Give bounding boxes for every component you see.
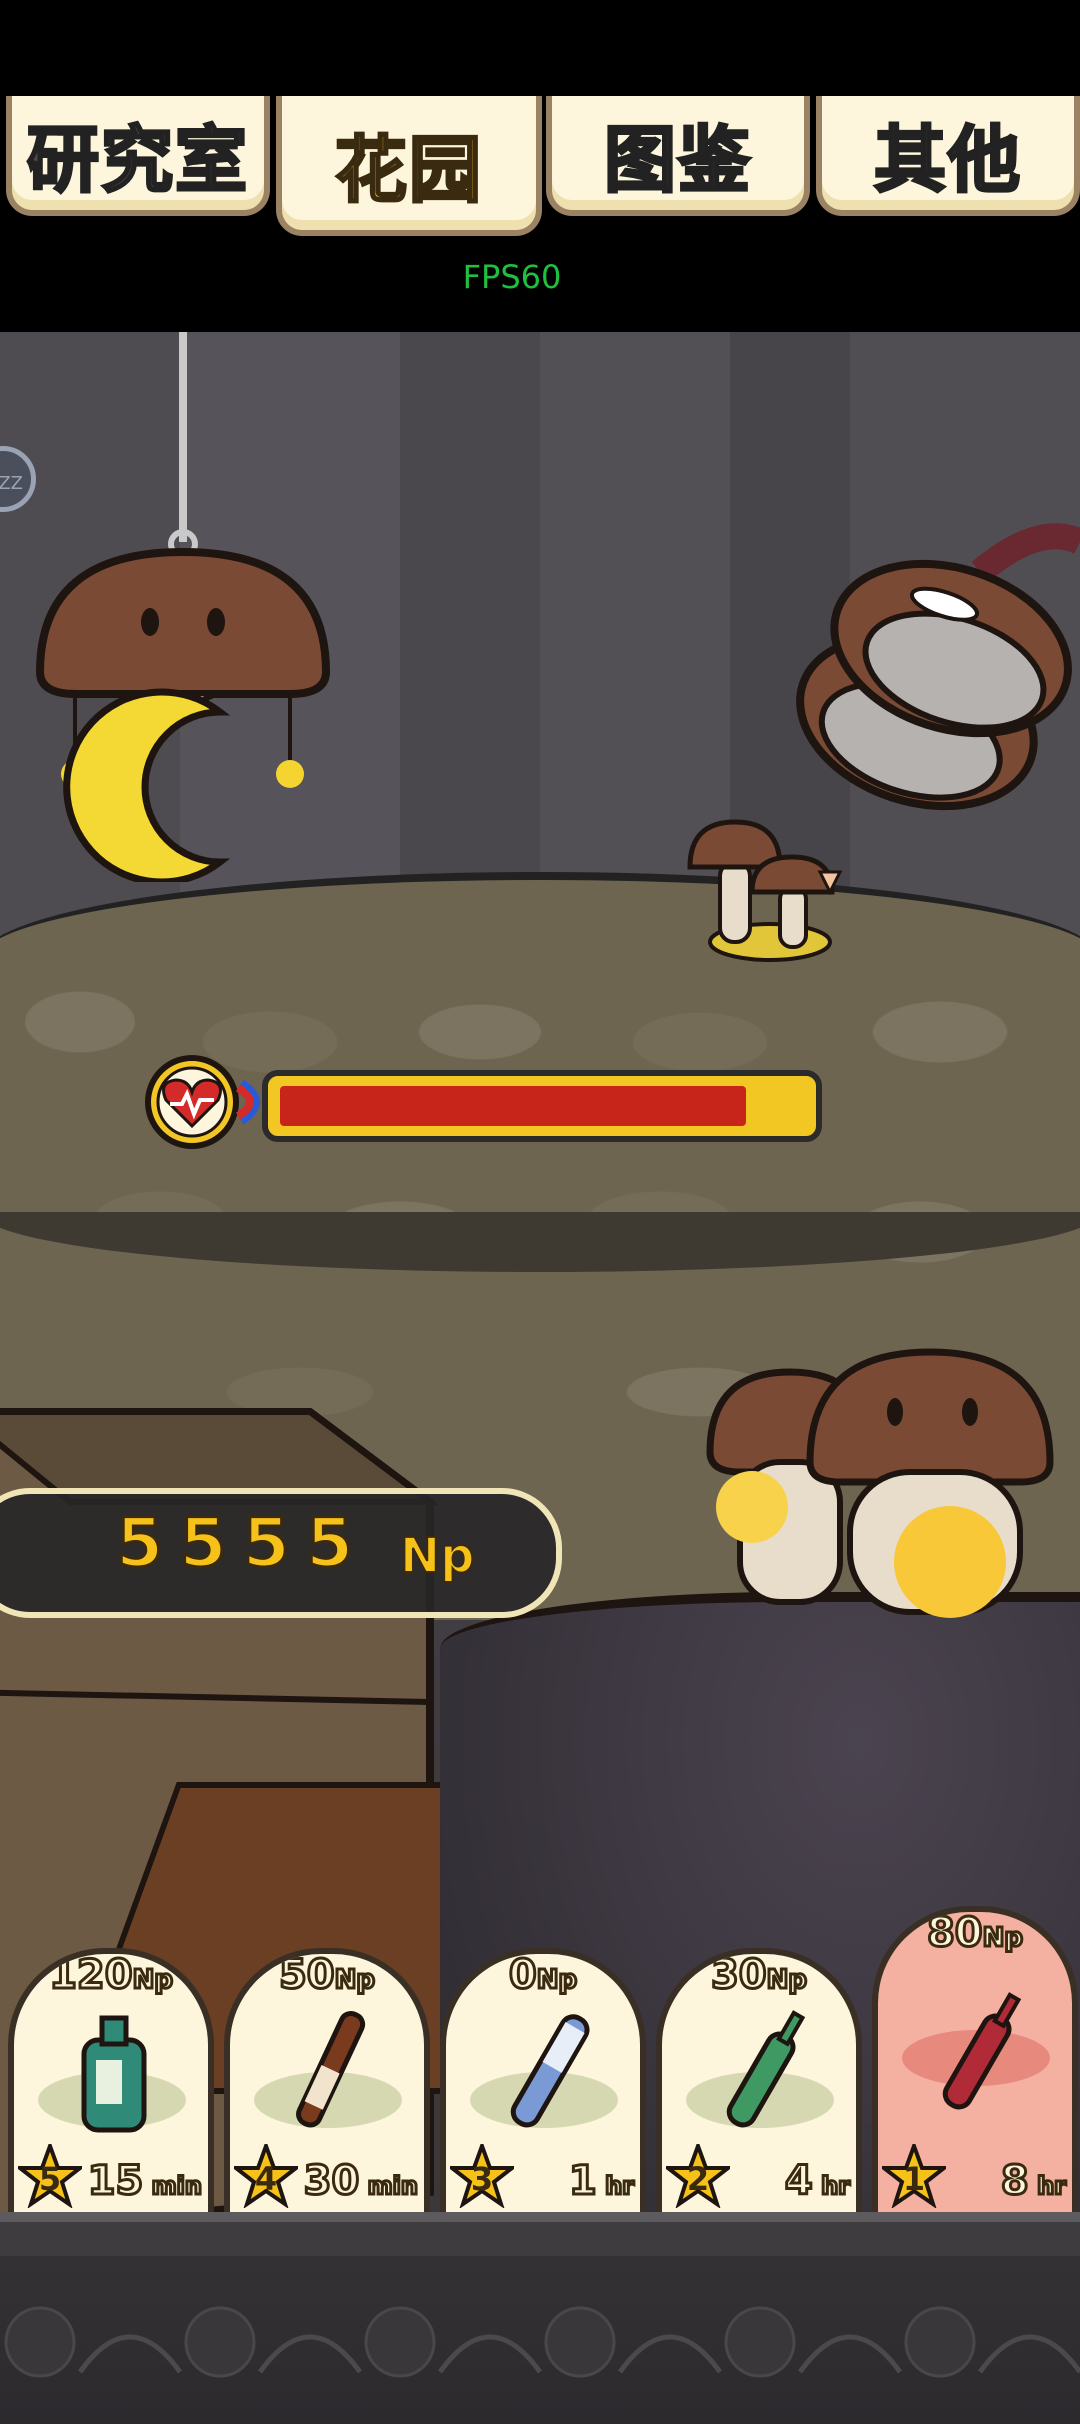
item-time-value: 30 bbox=[302, 2157, 361, 2206]
top-tab-bar: 研究室 花园 图鉴 其他 bbox=[0, 0, 1080, 250]
item-card[interactable]: 120Np 5 15 min bbox=[8, 1948, 214, 2216]
item-rank: 4 bbox=[254, 2160, 278, 2198]
health-bar-fill bbox=[280, 1086, 746, 1126]
green-ampoule-icon bbox=[726, 2010, 806, 2128]
footer-ornament bbox=[0, 2212, 1080, 2424]
item-price-unit: Np bbox=[131, 1964, 174, 1997]
blue-vial-icon bbox=[510, 2014, 590, 2128]
item-rank: 3 bbox=[470, 2160, 494, 2198]
glowing-mushrooms-icon[interactable] bbox=[690, 1332, 1080, 1632]
item-card[interactable]: 30Np 2 4 hr bbox=[656, 1948, 862, 2216]
ornament-pattern-icon bbox=[0, 2222, 1080, 2378]
tab-lab[interactable]: 研究室 bbox=[6, 96, 270, 216]
item-card[interactable]: 80Np 1 8 hr bbox=[872, 1906, 1078, 2216]
item-time: 8 hr bbox=[999, 2157, 1068, 2206]
item-time-value: 8 bbox=[999, 2157, 1030, 2206]
item-price-value: 120 bbox=[48, 1952, 134, 2000]
red-ampoule-icon bbox=[942, 1992, 1022, 2110]
currency-display: 5555 Np bbox=[0, 1488, 562, 1618]
item-time-unit: min bbox=[359, 2171, 419, 2202]
item-price: 50Np bbox=[230, 1952, 424, 2000]
item-time-value: 15 bbox=[86, 2157, 145, 2206]
heart-icon bbox=[145, 1055, 260, 1149]
item-time-unit: hr bbox=[596, 2171, 636, 2202]
tab-garden[interactable]: 花园 bbox=[276, 96, 542, 236]
item-time: 1 hr bbox=[567, 2157, 636, 2206]
tab-other[interactable]: 其他 bbox=[816, 96, 1080, 216]
item-price: 120Np bbox=[14, 1952, 208, 2000]
item-time-unit: hr bbox=[812, 2171, 852, 2202]
item-rank: 2 bbox=[686, 2160, 710, 2198]
item-time-unit: min bbox=[143, 2171, 203, 2202]
item-time: 30 min bbox=[302, 2157, 419, 2206]
tab-garden-label: 花园 bbox=[333, 126, 483, 213]
item-time-unit: hr bbox=[1028, 2171, 1068, 2202]
item-card[interactable]: 50Np 4 30 min bbox=[224, 1948, 430, 2216]
green-perfume-bottle-icon bbox=[81, 2015, 147, 2133]
currency-unit: Np bbox=[399, 1527, 476, 1585]
item-time: 15 min bbox=[86, 2157, 203, 2206]
item-time-value: 4 bbox=[783, 2157, 814, 2206]
mushroom-lamp-icon[interactable] bbox=[20, 332, 340, 882]
item-price: 80Np bbox=[878, 1910, 1072, 1958]
item-price-unit: Np bbox=[535, 1964, 578, 1997]
item-time: 4 hr bbox=[783, 2157, 852, 2206]
item-rank: 5 bbox=[38, 2160, 62, 2198]
item-price: 30Np bbox=[662, 1952, 856, 2000]
tab-other-label: 其他 bbox=[872, 116, 1022, 203]
tab-encyclopedia-label: 图鉴 bbox=[602, 116, 752, 203]
item-price-value: 30 bbox=[709, 1952, 768, 2000]
item-price-unit: Np bbox=[333, 1964, 376, 1997]
item-price-value: 50 bbox=[277, 1952, 336, 2000]
item-rank: 1 bbox=[902, 2160, 926, 2198]
tab-encyclopedia[interactable]: 图鉴 bbox=[546, 96, 810, 216]
item-price-unit: Np bbox=[765, 1964, 808, 1997]
item-price: 0Np bbox=[446, 1952, 640, 2000]
item-price-unit: Np bbox=[981, 1922, 1024, 1955]
brown-bottle-icon bbox=[296, 2011, 366, 2128]
health-bar bbox=[262, 1070, 822, 1142]
small-mushrooms-icon[interactable] bbox=[680, 802, 860, 982]
currency-value: 5555 bbox=[114, 1503, 370, 1585]
item-card[interactable]: 0Np 3 1 hr bbox=[440, 1948, 646, 2216]
fps-counter: FPS60 bbox=[462, 258, 562, 296]
item-time-value: 1 bbox=[567, 2157, 598, 2206]
item-price-value: 0 bbox=[507, 1952, 538, 2000]
item-price-value: 80 bbox=[925, 1910, 984, 1958]
tab-lab-label: 研究室 bbox=[25, 116, 249, 203]
